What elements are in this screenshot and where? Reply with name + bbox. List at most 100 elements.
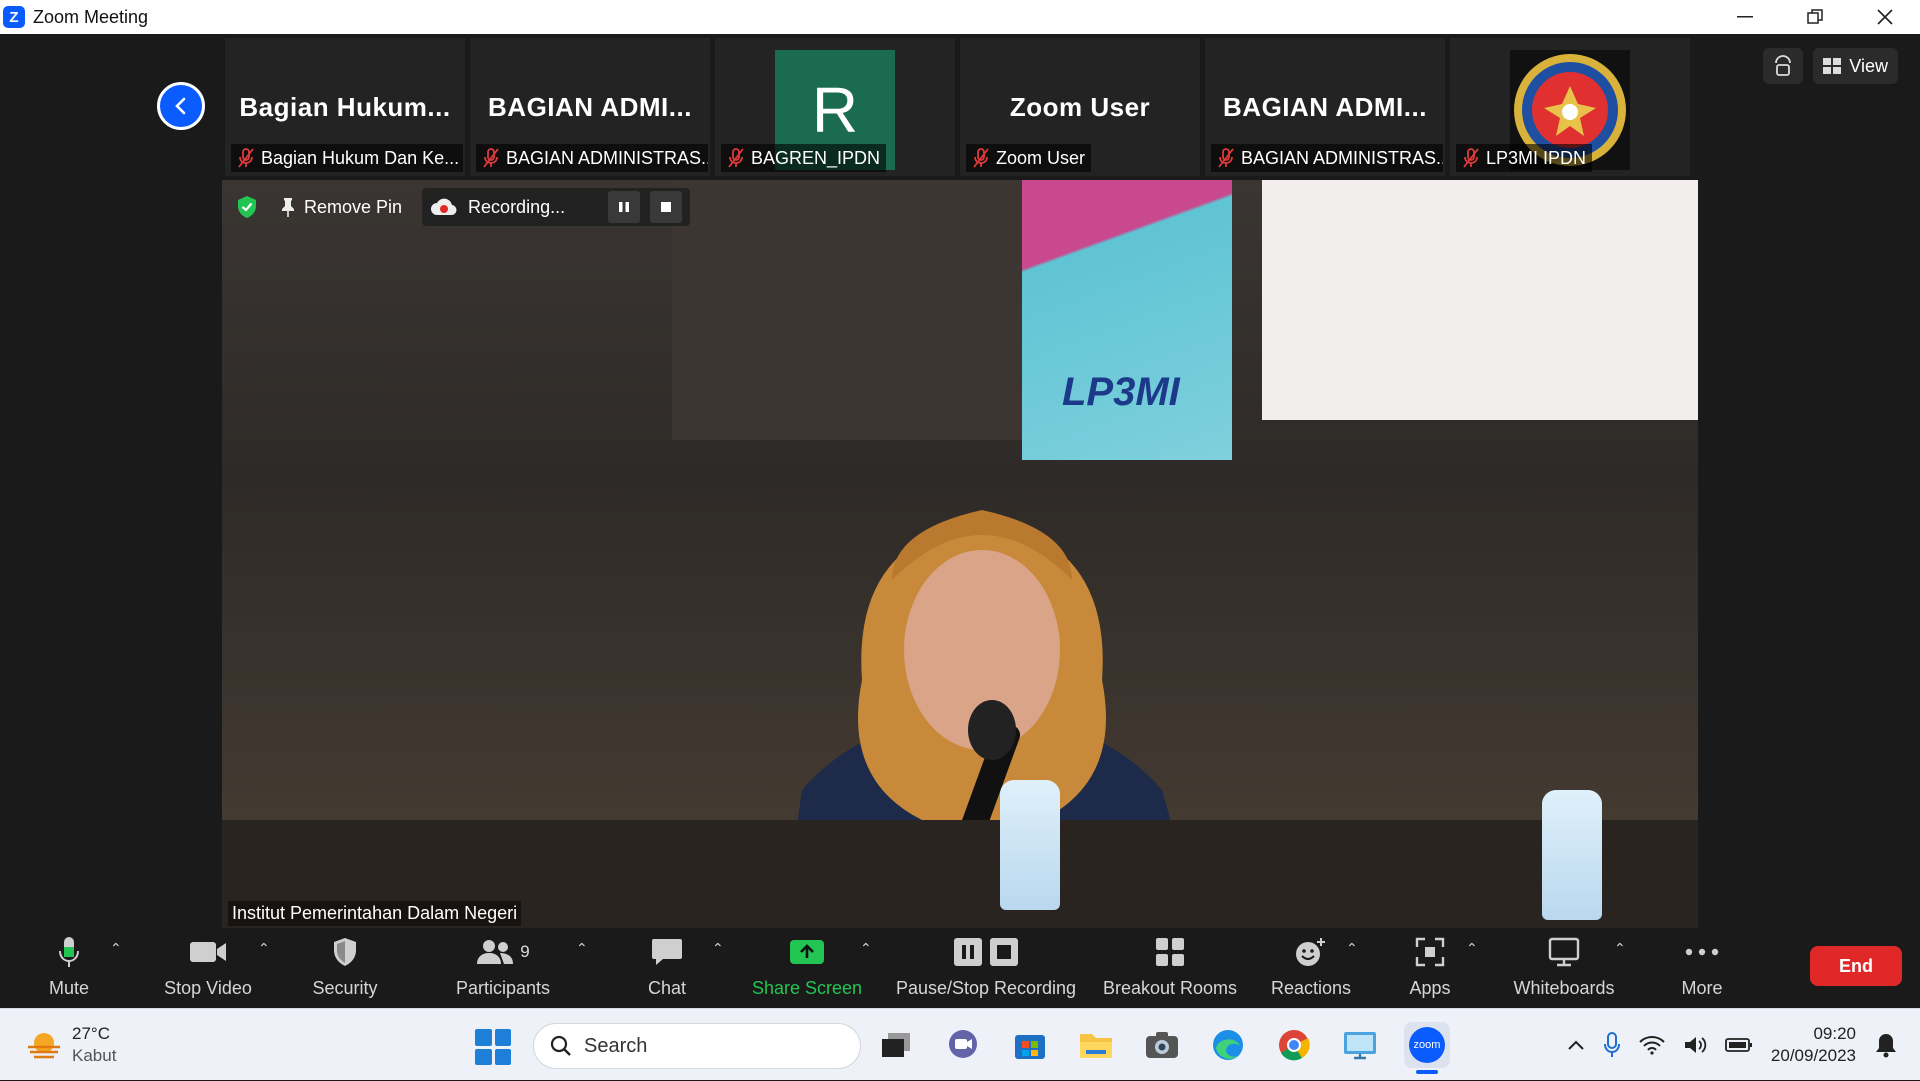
- pin-icon: [282, 198, 294, 217]
- notification-bell-icon[interactable]: [1874, 1032, 1898, 1058]
- audio-options-caret-icon[interactable]: ⌃: [110, 940, 122, 957]
- apps-button[interactable]: Apps: [1404, 928, 1456, 1008]
- store-app-button[interactable]: [1010, 1025, 1050, 1065]
- weather-widget[interactable]: 27°C Kabut: [26, 1023, 116, 1067]
- chrome-browser-button[interactable]: [1274, 1025, 1314, 1065]
- taskbar-search[interactable]: Search: [533, 1023, 861, 1069]
- stop-video-button[interactable]: Stop Video: [158, 928, 258, 1008]
- pause-recording-icon: [954, 938, 982, 966]
- participant-tile[interactable]: BAGIAN ADMI... BAGIAN ADMINISTRAS...: [470, 38, 710, 176]
- zoom-taskbar-button[interactable]: zoom: [1404, 1022, 1450, 1074]
- wifi-icon[interactable]: [1639, 1035, 1665, 1055]
- view-button[interactable]: View: [1813, 48, 1898, 84]
- windows-logo-icon: [475, 1029, 492, 1046]
- participant-label: Zoom User: [966, 144, 1092, 172]
- recording-indicator: Recording...: [422, 188, 691, 226]
- participant-label: BAGIAN ADMINISTRAS...: [476, 144, 708, 172]
- edge-icon: [1213, 1030, 1243, 1060]
- share-options-caret-icon[interactable]: ⌃: [860, 940, 872, 957]
- participant-tile[interactable]: Bagian Hukum... Bagian Hukum Dan Ke...: [225, 38, 465, 176]
- close-button[interactable]: [1850, 0, 1920, 34]
- whiteboards-label: Whiteboards: [1513, 978, 1615, 998]
- chat-app-icon: [949, 1030, 977, 1058]
- more-button[interactable]: More: [1676, 928, 1728, 1008]
- reactions-smiley-icon: [1296, 938, 1325, 966]
- apps-icon: [1415, 937, 1445, 967]
- video-projector-screen: [1262, 180, 1698, 420]
- video-water-bottle: [1000, 780, 1060, 910]
- participants-count: 9: [520, 942, 530, 961]
- video-options-caret-icon[interactable]: ⌃: [258, 940, 270, 957]
- clock[interactable]: 09:20 20/09/2023: [1771, 1023, 1856, 1067]
- chat-label: Chat: [647, 978, 687, 998]
- participant-tile[interactable]: R BAGREN_IPDN: [715, 38, 955, 176]
- camera-app-button[interactable]: [1142, 1025, 1182, 1065]
- os-taskbar: 27°C Kabut Search zoom 09:20 20/09/2023: [0, 1008, 1920, 1080]
- system-tray: 09:20 20/09/2023: [1567, 1009, 1920, 1081]
- chat-options-caret-icon[interactable]: ⌃: [712, 940, 724, 957]
- fog-weather-icon: [28, 1033, 60, 1059]
- end-meeting-button[interactable]: End: [1810, 946, 1902, 986]
- security-button[interactable]: Security: [305, 928, 385, 1008]
- camera-icon: [1146, 1032, 1178, 1058]
- remove-pin-button[interactable]: Remove Pin: [268, 189, 414, 225]
- video-top-overlay: Remove Pin Recording...: [234, 188, 691, 226]
- chevron-up-icon[interactable]: [1567, 1039, 1585, 1051]
- mute-button[interactable]: Mute: [38, 928, 100, 1008]
- edge-browser-button[interactable]: [1208, 1025, 1248, 1065]
- whiteboards-button[interactable]: Whiteboards: [1508, 928, 1620, 1008]
- cloud-recording-icon: [431, 198, 457, 216]
- volume-icon[interactable]: [1683, 1035, 1707, 1055]
- minimize-icon: [1737, 16, 1753, 18]
- stop-recording-button[interactable]: [650, 191, 683, 223]
- mic-muted-icon: [973, 148, 989, 168]
- task-view-button[interactable]: [876, 1025, 916, 1065]
- battery-icon[interactable]: [1725, 1037, 1753, 1053]
- gallery-back-button[interactable]: [157, 82, 205, 130]
- breakout-rooms-button[interactable]: Breakout Rooms: [1100, 928, 1240, 1008]
- store-icon: [1015, 1035, 1045, 1059]
- participant-tile[interactable]: Zoom User Zoom User: [960, 38, 1200, 176]
- microphone-tray-icon[interactable]: [1603, 1032, 1621, 1058]
- apps-options-caret-icon[interactable]: ⌃: [1466, 940, 1478, 957]
- participants-label: Participants: [455, 978, 551, 998]
- start-button[interactable]: [475, 1029, 511, 1065]
- mic-muted-icon: [1218, 148, 1234, 168]
- window-title: Zoom Meeting: [33, 6, 149, 27]
- reactions-options-caret-icon[interactable]: ⌃: [1346, 940, 1358, 957]
- pause-stop-recording-button[interactable]: Pause/Stop Recording: [893, 928, 1079, 1008]
- mic-muted-icon: [483, 148, 499, 168]
- participants-icon: [477, 940, 514, 964]
- chat-button[interactable]: Chat: [632, 928, 702, 1008]
- participant-tile[interactable]: BAGIAN ADMI... BAGIAN ADMINISTRAS...: [1205, 38, 1445, 176]
- main-speaker-video[interactable]: LP3MI Remove Pin Recording... Institut P…: [222, 180, 1698, 928]
- participant-tile[interactable]: LP3MI IPDN: [1450, 38, 1690, 176]
- mic-muted-icon: [238, 148, 254, 168]
- participants-button[interactable]: 9 Participants: [448, 928, 558, 1008]
- participants-options-caret-icon[interactable]: ⌃: [576, 940, 588, 957]
- participant-label-text: LP3MI IPDN: [1486, 148, 1587, 168]
- monitor-app-icon: [1344, 1032, 1376, 1060]
- restore-button[interactable]: [1780, 0, 1850, 34]
- meeting-toolbar: Mute ⌃ Stop Video ⌃ Security 9 Participa…: [0, 928, 1920, 1008]
- security-shield-icon: [334, 938, 356, 966]
- participant-label: BAGIAN ADMINISTRAS...: [1211, 144, 1443, 172]
- share-screen-button[interactable]: Share Screen: [752, 928, 862, 1008]
- minimize-button[interactable]: [1710, 0, 1780, 34]
- teams-chat-button[interactable]: [943, 1025, 983, 1065]
- pause-stop-recording-label: Pause/Stop Recording: [895, 978, 1077, 998]
- more-label: More: [1681, 978, 1723, 998]
- whiteboards-options-caret-icon[interactable]: ⌃: [1614, 940, 1626, 957]
- immersive-button[interactable]: [1763, 48, 1804, 84]
- share-screen-icon: [790, 940, 824, 964]
- breakout-rooms-icon: [1156, 938, 1184, 966]
- mic-muted-icon: [1463, 148, 1479, 168]
- mic-muted-icon: [728, 148, 744, 168]
- file-explorer-button[interactable]: [1076, 1025, 1116, 1065]
- reactions-button[interactable]: Reactions: [1268, 928, 1354, 1008]
- remote-desktop-button[interactable]: [1340, 1025, 1380, 1065]
- participant-strip: Bagian Hukum... Bagian Hukum Dan Ke... B…: [225, 38, 1690, 176]
- participant-label-text: BAGIAN ADMINISTRAS...: [506, 148, 708, 168]
- zoom-logo-icon: Z: [3, 6, 25, 28]
- pause-recording-button[interactable]: [608, 191, 641, 223]
